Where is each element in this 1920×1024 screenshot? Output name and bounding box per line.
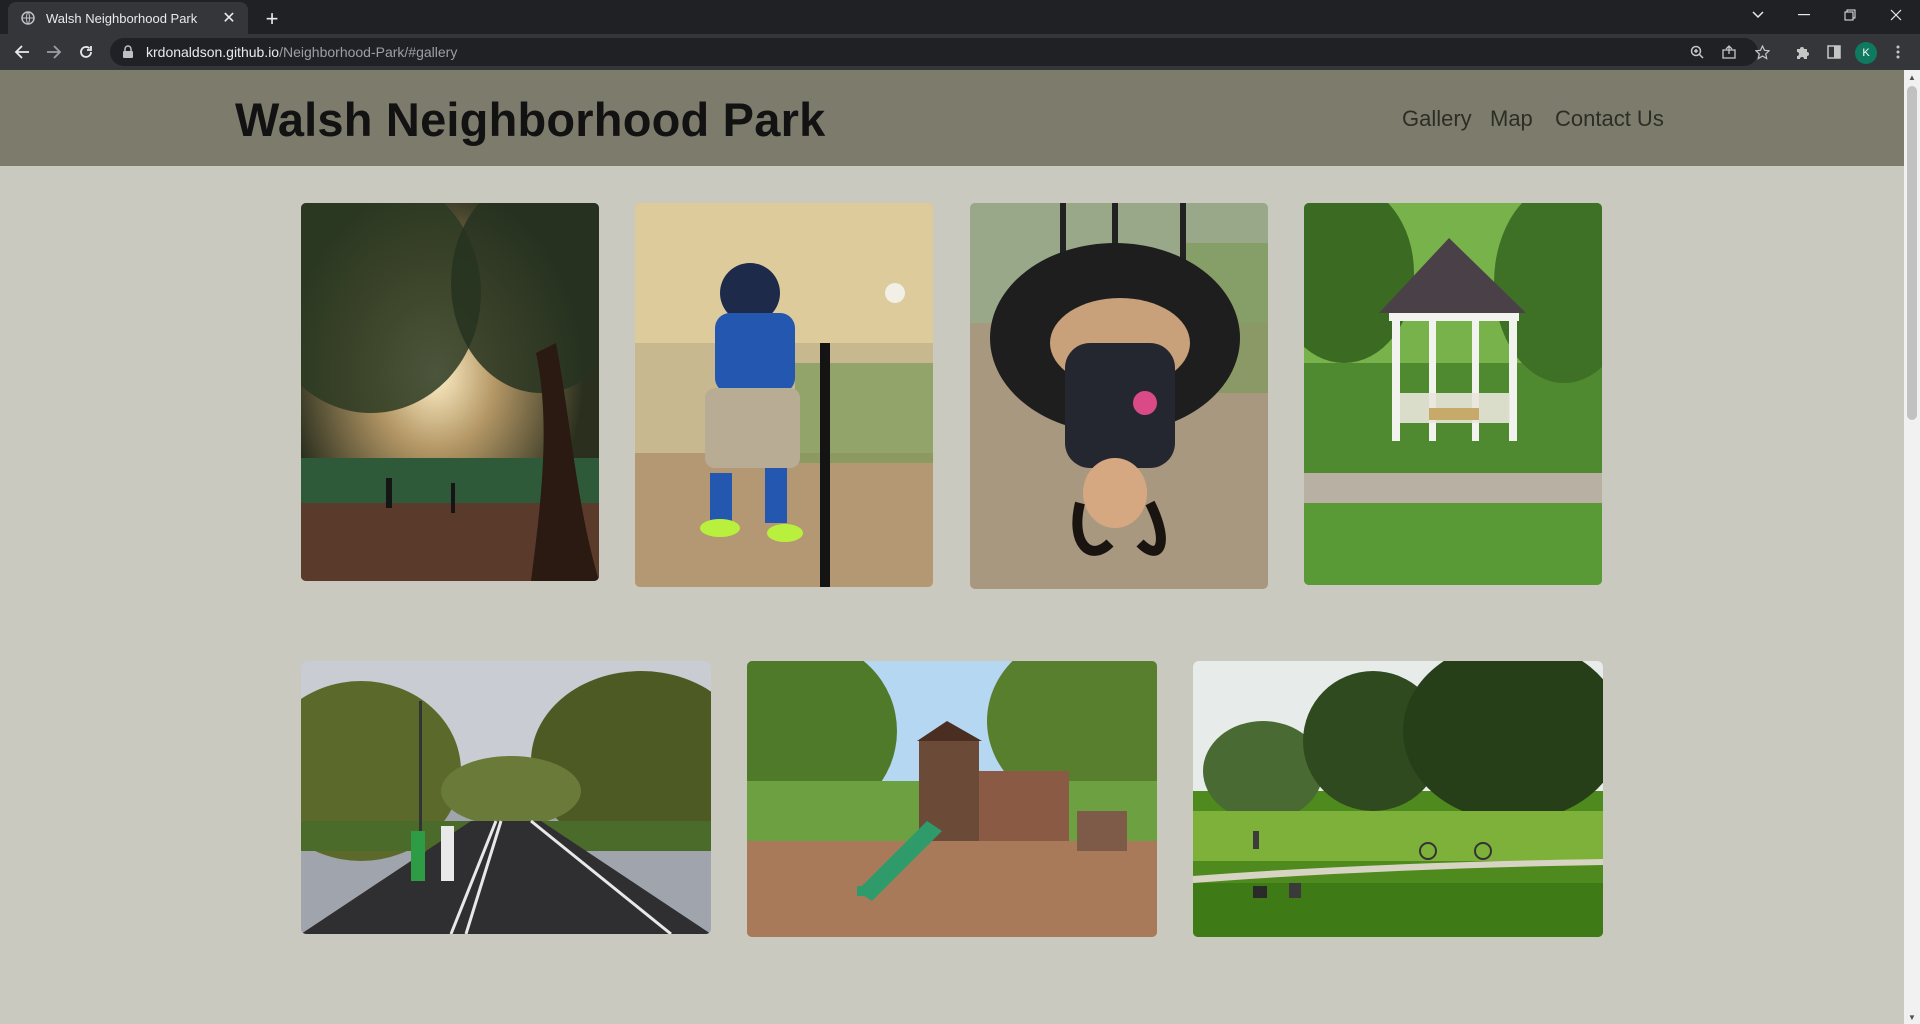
lock-icon[interactable]	[122, 45, 136, 59]
back-icon[interactable]	[8, 38, 36, 66]
globe-icon	[20, 10, 36, 26]
zoom-icon[interactable]	[1685, 40, 1709, 64]
nav-contact-link[interactable]: Contact Us	[1555, 106, 1664, 132]
gallery-photo-park-trees[interactable]	[301, 203, 599, 581]
page-viewport: Walsh Neighborhood Park Gallery Map Cont…	[0, 70, 1904, 1024]
scroll-down-icon[interactable]: ▼	[1904, 1010, 1920, 1024]
browser-tab[interactable]: Walsh Neighborhood Park ✕	[8, 2, 248, 34]
extensions-icon[interactable]	[1790, 40, 1814, 64]
menu-icon[interactable]	[1886, 40, 1910, 64]
gallery-photo-runners-road[interactable]	[301, 661, 711, 934]
page-scrollbar[interactable]: ▲ ▼	[1904, 70, 1920, 1024]
nav-gallery-link[interactable]: Gallery	[1402, 106, 1472, 132]
star-icon[interactable]	[1750, 40, 1774, 64]
site-title: Walsh Neighborhood Park	[235, 93, 826, 146]
tab-strip: Walsh Neighborhood Park ✕ +	[0, 0, 1920, 34]
address-bar[interactable]: krdonaldson.github.io/Neighborhood-Park/…	[110, 38, 1758, 66]
profile-avatar[interactable]: K	[1855, 42, 1877, 64]
new-tab-button[interactable]: +	[258, 5, 286, 33]
tab-search-icon[interactable]	[1735, 0, 1781, 30]
close-window-icon[interactable]	[1873, 0, 1919, 30]
share-icon[interactable]	[1717, 40, 1741, 64]
restore-icon[interactable]	[1827, 0, 1873, 30]
tab-title: Walsh Neighborhood Park	[46, 10, 198, 26]
gallery-photo-playground[interactable]	[747, 661, 1157, 937]
gallery-photo-meadow[interactable]	[1193, 661, 1603, 937]
minimize-icon[interactable]	[1781, 0, 1827, 30]
browser-toolbar: krdonaldson.github.io/Neighborhood-Park/…	[0, 34, 1920, 70]
scroll-up-icon[interactable]: ▲	[1904, 70, 1920, 84]
reload-icon[interactable]	[72, 38, 100, 66]
url-host: krdonaldson.github.io	[146, 44, 280, 60]
nav-map-link[interactable]: Map	[1490, 106, 1533, 132]
close-tab-icon[interactable]: ✕	[220, 9, 238, 27]
gallery-photo-tire-swing[interactable]	[970, 203, 1268, 589]
gallery-photo-tee-ball[interactable]	[635, 203, 933, 587]
scrollbar-thumb[interactable]	[1907, 86, 1917, 420]
site-header: Walsh Neighborhood Park Gallery Map Cont…	[0, 70, 1904, 166]
url-path: /Neighborhood-Park/#gallery	[279, 44, 458, 60]
gallery-photo-gazebo[interactable]	[1304, 203, 1602, 585]
side-panel-icon[interactable]	[1822, 40, 1846, 64]
forward-icon[interactable]	[40, 38, 68, 66]
